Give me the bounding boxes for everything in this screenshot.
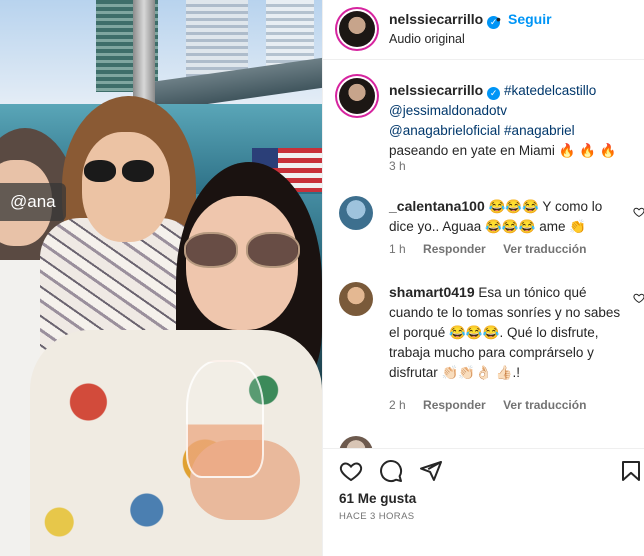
- post-actions: 61 Me gusta HACE 3 HORAS: [323, 448, 644, 556]
- post-sidebar: nelssiecarrillo ✓ • Seguir Audio original…: [322, 0, 644, 556]
- heart-icon[interactable]: [339, 459, 363, 483]
- avatar[interactable]: [339, 282, 373, 316]
- comment-username[interactable]: shamart0419: [389, 284, 475, 300]
- caption-timestamp[interactable]: 3 h: [389, 159, 406, 173]
- comment-icon[interactable]: [379, 459, 403, 483]
- username-link[interactable]: nelssiecarrillo: [389, 82, 483, 98]
- translate-button[interactable]: Ver traducción: [503, 398, 586, 412]
- person-middle-face: [82, 132, 170, 242]
- comment-text: _calentana100 😂😂😂 Y como lo dice yo.. Ag…: [389, 196, 623, 237]
- comment-time[interactable]: 1 h: [389, 242, 406, 256]
- caption-text: nelssiecarrillo ✓ #katedelcastillo @jessi…: [389, 80, 639, 161]
- sunglasses: [184, 232, 304, 272]
- post-header: nelssiecarrillo ✓ • Seguir Audio original: [323, 0, 644, 60]
- sunglasses: [84, 160, 154, 184]
- post-media[interactable]: @ana: [0, 0, 322, 556]
- share-icon[interactable]: [419, 459, 443, 483]
- user-tag[interactable]: @ana: [0, 183, 66, 221]
- translate-button[interactable]: Ver traducción: [503, 242, 586, 256]
- reply-button[interactable]: Responder: [423, 242, 486, 256]
- avatar[interactable]: [339, 78, 375, 114]
- heart-icon[interactable]: [633, 206, 644, 218]
- wine-glass: [186, 360, 264, 478]
- post-timestamp: HACE 3 HORAS: [339, 511, 415, 522]
- comment-time[interactable]: 2 h: [389, 398, 406, 412]
- person-right-dress: [30, 330, 322, 556]
- comment-text: shamart0419 Esa un tónico qué cuando te …: [389, 282, 623, 383]
- heart-icon[interactable]: [633, 292, 644, 304]
- avatar[interactable]: [339, 11, 375, 47]
- reply-button[interactable]: Responder: [423, 398, 486, 412]
- likes-count[interactable]: 61 Me gusta: [339, 491, 416, 506]
- hashtag-link[interactable]: #katedelcastillo: [504, 83, 596, 98]
- mention-link[interactable]: @jessimaldonadotv: [389, 103, 507, 118]
- follow-button[interactable]: Seguir: [508, 11, 552, 27]
- username-link[interactable]: nelssiecarrillo: [389, 11, 483, 27]
- bookmark-icon[interactable]: [619, 459, 643, 483]
- mention-link[interactable]: @anagabrieloficial: [389, 123, 500, 138]
- separator-dot: •: [496, 11, 501, 27]
- comment-meta: 2 h Responder Ver traducción: [389, 398, 600, 412]
- verified-badge-icon: ✓: [487, 87, 501, 100]
- boat-pole: [133, 0, 155, 104]
- caption-body: paseando en yate en Miami: [389, 143, 555, 158]
- header-user: nelssiecarrillo ✓: [389, 11, 501, 29]
- audio-link[interactable]: Audio original: [389, 32, 465, 46]
- fire-emoji: 🔥 🔥 🔥: [558, 143, 617, 158]
- avatar[interactable]: [339, 196, 373, 230]
- comment-username[interactable]: _calentana100: [389, 198, 485, 214]
- comment-meta: 1 h Responder Ver traducción: [389, 242, 600, 256]
- hashtag-link[interactable]: #anagabriel: [504, 123, 575, 138]
